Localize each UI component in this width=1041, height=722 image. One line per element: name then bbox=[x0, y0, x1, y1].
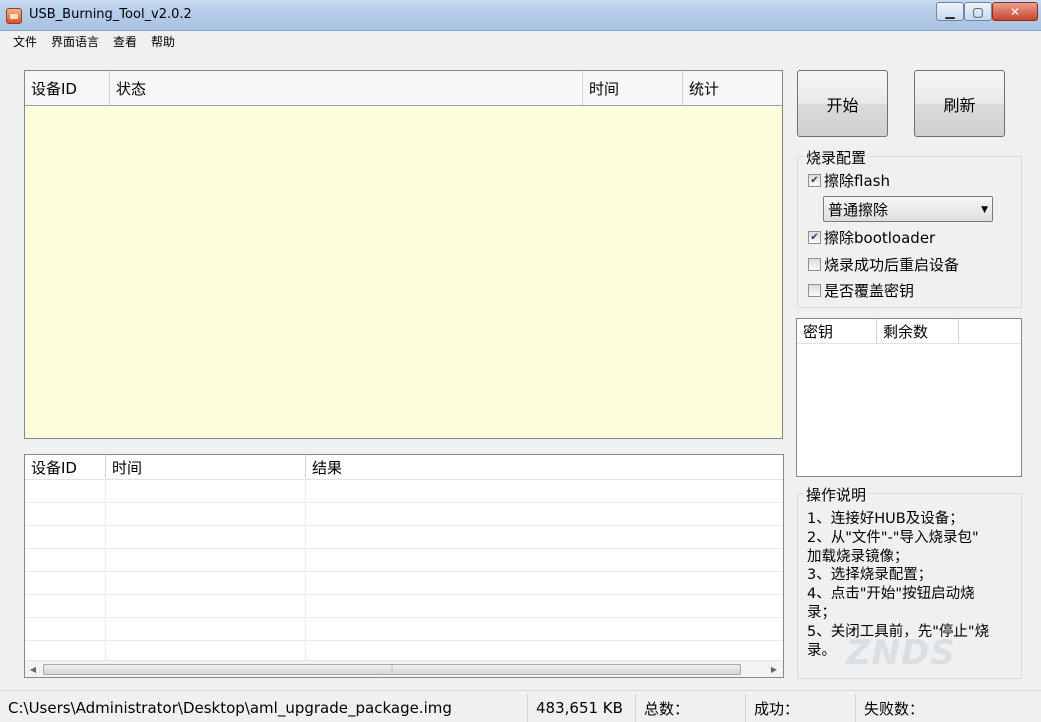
menu-view[interactable]: 查看 bbox=[106, 33, 144, 50]
minimize-button[interactable]: ▁ bbox=[936, 2, 964, 21]
status-success: 成功： bbox=[746, 694, 856, 722]
overwrite-key-label: 是否覆盖密钥 bbox=[824, 282, 915, 300]
status-fail: 失败数： bbox=[864, 699, 925, 718]
overwrite-key-option[interactable]: 是否覆盖密钥 bbox=[808, 280, 914, 301]
burn-config-title: 烧录配置 bbox=[804, 147, 869, 168]
instruction-line: 录； bbox=[807, 604, 836, 621]
dropdown-arrow-icon: ▼ bbox=[981, 205, 988, 215]
menu-file[interactable]: 文件 bbox=[6, 33, 44, 50]
status-file-size: 483,651 KB bbox=[528, 694, 636, 722]
menu-help[interactable]: 帮助 bbox=[144, 33, 182, 50]
table-row bbox=[25, 525, 783, 549]
instructions-title: 操作说明 bbox=[804, 484, 869, 505]
column-device-id[interactable]: 设备ID bbox=[25, 71, 110, 105]
menu-bar: 文件 界面语言 查看 帮助 bbox=[0, 31, 1041, 52]
column-time[interactable]: 时间 bbox=[106, 455, 306, 479]
key-table[interactable]: 密钥 剩余数 bbox=[796, 318, 1022, 477]
instruction-line: 3、选择烧录配置； bbox=[807, 567, 933, 584]
horizontal-scrollbar[interactable]: ◀ ⦙ ▶ bbox=[25, 660, 783, 677]
column-status[interactable]: 状态 bbox=[110, 71, 583, 105]
title-bar: USB_Burning_Tool_v2.0.2 ▁ ▢ ✕ bbox=[0, 0, 1041, 31]
column-result[interactable]: 结果 bbox=[306, 455, 783, 479]
watermark: ZNDS bbox=[846, 633, 956, 673]
result-table[interactable]: 设备ID 时间 结果 bbox=[24, 454, 784, 678]
maximize-button[interactable]: ▢ bbox=[964, 2, 992, 21]
erase-bootloader-label: 擦除bootloader bbox=[824, 229, 936, 247]
key-table-header: 密钥 剩余数 bbox=[797, 319, 1021, 344]
status-total: 总数： bbox=[636, 694, 746, 722]
table-row bbox=[25, 479, 783, 503]
instruction-line: 4、点击"开始"按钮启动烧 bbox=[807, 586, 975, 603]
column-divider bbox=[305, 479, 306, 663]
close-button[interactable]: ✕ bbox=[992, 2, 1038, 21]
erase-bootloader-checkbox[interactable]: ✔ bbox=[808, 231, 821, 244]
window-title: USB_Burning_Tool_v2.0.2 bbox=[29, 7, 192, 22]
status-file-path: C:\Users\Administrator\Desktop\aml_upgra… bbox=[0, 694, 528, 722]
scroll-right-arrow-icon[interactable]: ▶ bbox=[767, 663, 781, 676]
scroll-thumb[interactable]: ⦙ bbox=[43, 664, 741, 675]
table-row bbox=[25, 617, 783, 641]
app-icon bbox=[6, 8, 22, 24]
reboot-after-option[interactable]: 烧录成功后重启设备 bbox=[808, 254, 959, 275]
erase-mode-value: 普通擦除 bbox=[828, 200, 889, 219]
instruction-line: 1、连接好HUB及设备； bbox=[807, 511, 964, 527]
menu-language[interactable]: 界面语言 bbox=[44, 33, 106, 50]
erase-flash-label: 擦除flash bbox=[824, 172, 890, 190]
table-row bbox=[25, 548, 783, 572]
column-stats[interactable]: 统计 bbox=[683, 71, 782, 105]
erase-mode-select[interactable]: 普通擦除 ▼ bbox=[823, 196, 993, 222]
start-button[interactable]: 开始 bbox=[797, 70, 888, 137]
result-table-header: 设备ID 时间 结果 bbox=[25, 455, 783, 480]
table-row bbox=[25, 502, 783, 526]
reboot-after-checkbox[interactable] bbox=[808, 258, 821, 271]
table-row bbox=[25, 571, 783, 595]
erase-flash-option[interactable]: ✔ 擦除flash bbox=[808, 170, 890, 191]
scroll-left-arrow-icon[interactable]: ◀ bbox=[26, 663, 40, 676]
overwrite-key-checkbox[interactable] bbox=[808, 284, 821, 297]
refresh-button[interactable]: 刷新 bbox=[914, 70, 1005, 137]
column-device-id[interactable]: 设备ID bbox=[25, 455, 106, 479]
table-row bbox=[25, 594, 783, 618]
status-bar: C:\Users\Administrator\Desktop\aml_upgra… bbox=[0, 690, 1041, 722]
column-time[interactable]: 时间 bbox=[583, 71, 683, 105]
column-divider bbox=[105, 479, 106, 663]
instruction-line: 2、从"文件"-"导入烧录包" bbox=[807, 529, 979, 546]
device-table[interactable]: 设备ID 状态 时间 统计 bbox=[24, 70, 783, 439]
column-remaining[interactable]: 剩余数 bbox=[877, 319, 959, 343]
instruction-line: 加载烧录镜像； bbox=[807, 548, 909, 565]
erase-flash-checkbox[interactable]: ✔ bbox=[808, 174, 821, 187]
erase-bootloader-option[interactable]: ✔ 擦除bootloader bbox=[808, 227, 935, 248]
reboot-after-label: 烧录成功后重启设备 bbox=[824, 256, 960, 274]
device-table-header: 设备ID 状态 时间 统计 bbox=[25, 71, 782, 106]
column-key[interactable]: 密钥 bbox=[797, 319, 877, 343]
